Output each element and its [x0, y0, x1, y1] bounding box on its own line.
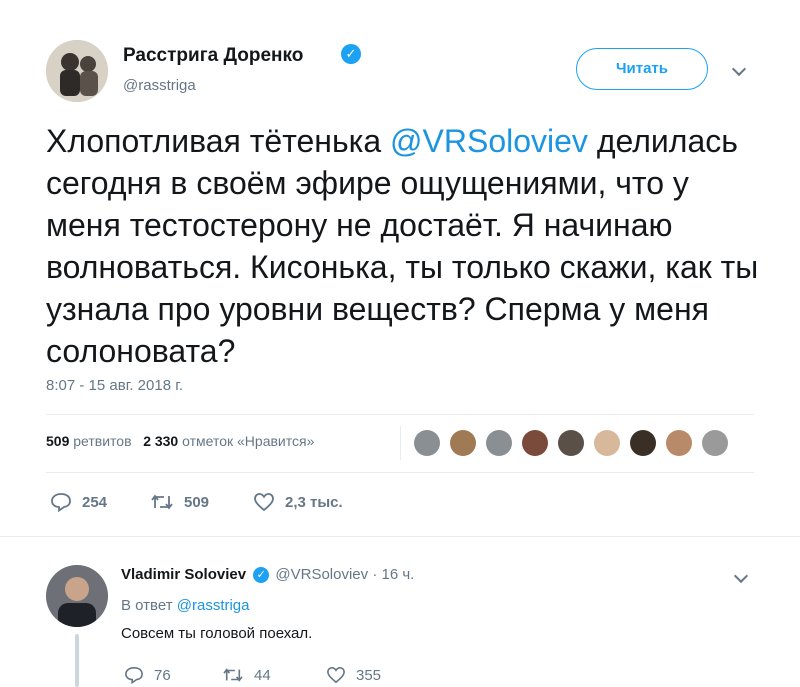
divider [46, 414, 754, 415]
author-name[interactable]: Расстрига Доренко [123, 45, 303, 67]
follow-button[interactable]: Читать [576, 48, 708, 90]
reply-retweet-count: 44 [254, 666, 271, 684]
liker-avatar[interactable] [450, 430, 476, 456]
reply-reply-count: 76 [154, 666, 171, 684]
reply-to-prefix: В ответ [121, 597, 173, 614]
section-divider [0, 536, 800, 545]
author-avatar[interactable] [46, 40, 108, 102]
reply-header: Vladimir Soloviev ✓ @VRSoloviev · 16 ч. [121, 566, 415, 584]
reply-like-button[interactable]: 355 [326, 666, 381, 684]
verified-badge-icon: ✓ [253, 567, 270, 584]
liker-avatar[interactable] [702, 430, 728, 456]
liker-avatar[interactable] [522, 430, 548, 456]
like-button[interactable]: 2,3 тыс. [253, 492, 343, 512]
liker-avatar[interactable] [594, 430, 620, 456]
liker-avatar[interactable] [486, 430, 512, 456]
reply-author-name[interactable]: Vladimir Soloviev [121, 566, 246, 583]
reply-retweet-button[interactable]: 44 [222, 666, 271, 684]
thread-line [75, 634, 79, 687]
retweets-label[interactable]: ретвитов [73, 433, 131, 449]
divider [46, 472, 754, 473]
liker-avatar[interactable] [666, 430, 692, 456]
reply-time[interactable]: 16 ч. [382, 566, 415, 583]
tweet-stats: 509 ретвитов 2 330 отметок «Нравится» [46, 433, 314, 449]
reply-icon [125, 666, 143, 684]
like-count: 2,3 тыс. [285, 493, 343, 511]
reply-text: Совсем ты головой поехал. [121, 625, 313, 642]
retweet-icon [151, 494, 173, 510]
reply-author-avatar[interactable] [46, 565, 108, 627]
reply-count: 254 [82, 493, 108, 511]
likes-label[interactable]: отметок «Нравится» [182, 433, 314, 449]
heart-icon [327, 666, 345, 684]
stats-separator [400, 426, 401, 460]
likes-count[interactable]: 2 330 [143, 433, 178, 449]
liker-avatar[interactable] [558, 430, 584, 456]
retweet-count: 509 [184, 493, 210, 511]
heart-icon [254, 493, 274, 512]
reply-reply-button[interactable]: 76 [124, 666, 171, 684]
reply-icon [51, 493, 71, 512]
reply-to-handle[interactable]: @rasstriga [177, 597, 250, 614]
retweet-button[interactable]: 509 [150, 492, 209, 512]
retweets-count[interactable]: 509 [46, 433, 69, 449]
reply-context: В ответ @rasstriga [121, 597, 250, 614]
tweet-text-prefix: Хлопотливая тётенька [46, 123, 391, 159]
likers-avatars [414, 430, 744, 460]
verified-badge-icon: ✓ [341, 44, 361, 64]
chevron-down-icon[interactable] [731, 61, 747, 77]
tweet-text-body: делилась сегодня в своём эфире ощущениям… [46, 123, 759, 369]
author-handle[interactable]: @rasstriga [123, 77, 196, 94]
liker-avatar[interactable] [630, 430, 656, 456]
tweet-timestamp[interactable]: 8:07 - 15 авг. 2018 г. [46, 377, 183, 394]
tweet-text: Хлопотливая тётенька @VRSoloviev делилас… [46, 120, 766, 372]
chevron-down-icon[interactable] [733, 568, 749, 584]
liker-avatar[interactable] [414, 430, 440, 456]
dot-separator: · [372, 566, 378, 583]
avatar-photo [46, 565, 108, 627]
retweet-icon [223, 668, 243, 682]
reply-author-handle[interactable]: @VRSoloviev [275, 566, 368, 583]
avatar-photo [46, 40, 108, 102]
mention-link[interactable]: @VRSoloviev [390, 123, 588, 159]
reply-button[interactable]: 254 [50, 492, 107, 512]
reply-like-count: 355 [356, 666, 382, 684]
